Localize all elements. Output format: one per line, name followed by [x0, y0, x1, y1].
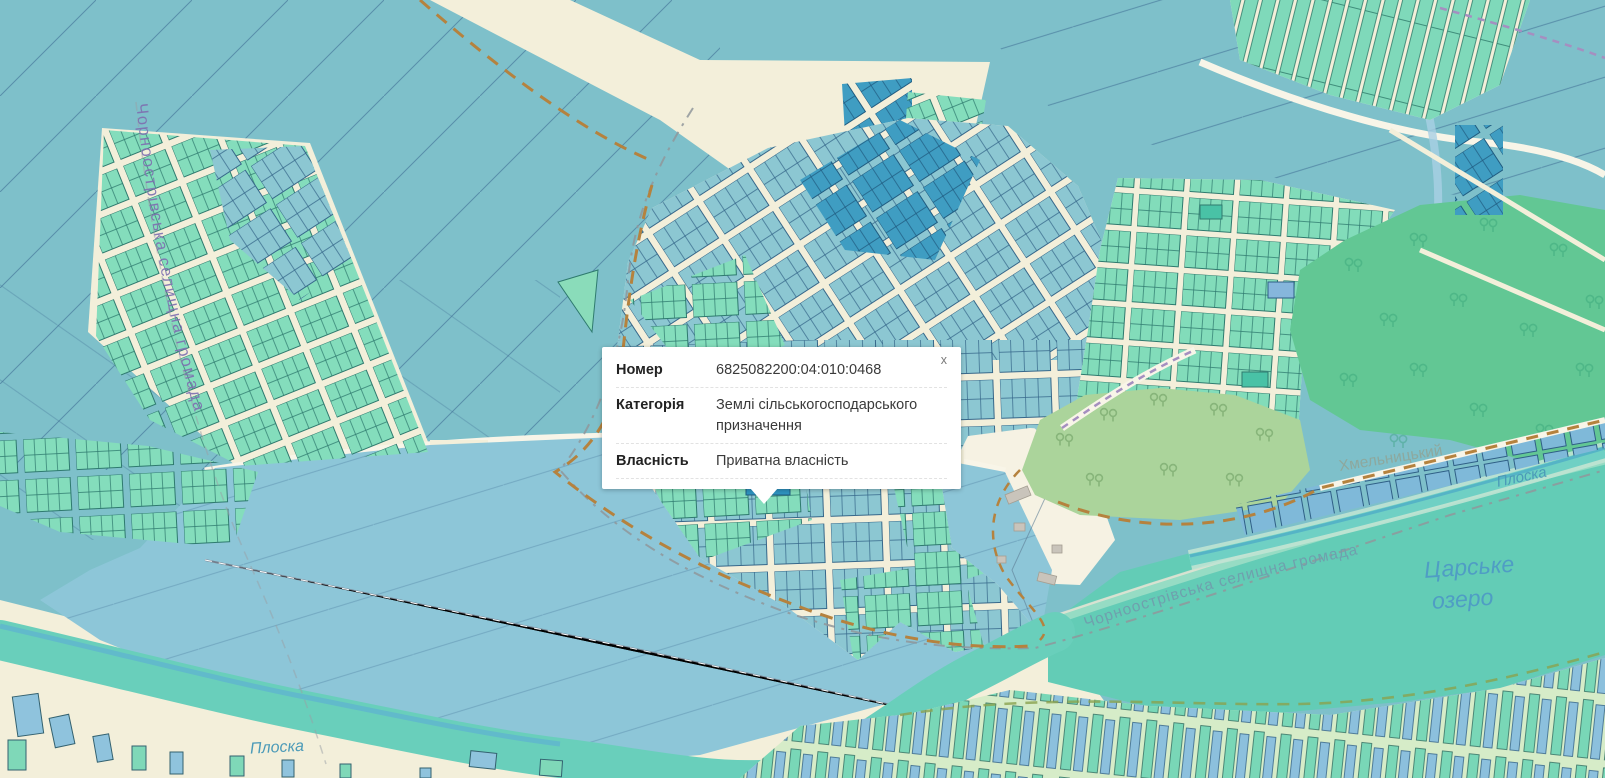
popup-row-number: Номер 6825082200:04:010:0468: [616, 353, 947, 388]
popup-row-ownership: Власність Приватна власність: [616, 444, 947, 479]
popup-value: Приватна власність: [716, 451, 947, 472]
popup-label: Власність: [616, 451, 716, 472]
label-lake-2: озеро: [1431, 584, 1494, 614]
cadastral-map-screen: Чорноострівська селищна громада Чорноост…: [0, 0, 1605, 778]
popup-value: 6825082200:04:010:0468: [716, 360, 947, 381]
popup-row-category: Категорія Землі сільськогосподарського п…: [616, 388, 947, 444]
parcel-info-popup: x Номер 6825082200:04:010:0468 Категорія…: [602, 347, 961, 489]
popup-pointer: [750, 488, 778, 504]
popup-label: Категорія: [616, 395, 716, 437]
label-river-bottom: Плоска: [250, 738, 305, 758]
close-icon[interactable]: x: [938, 351, 950, 370]
popup-value: Землі сільськогосподарського призначення: [716, 395, 947, 437]
popup-label: Номер: [616, 360, 716, 381]
